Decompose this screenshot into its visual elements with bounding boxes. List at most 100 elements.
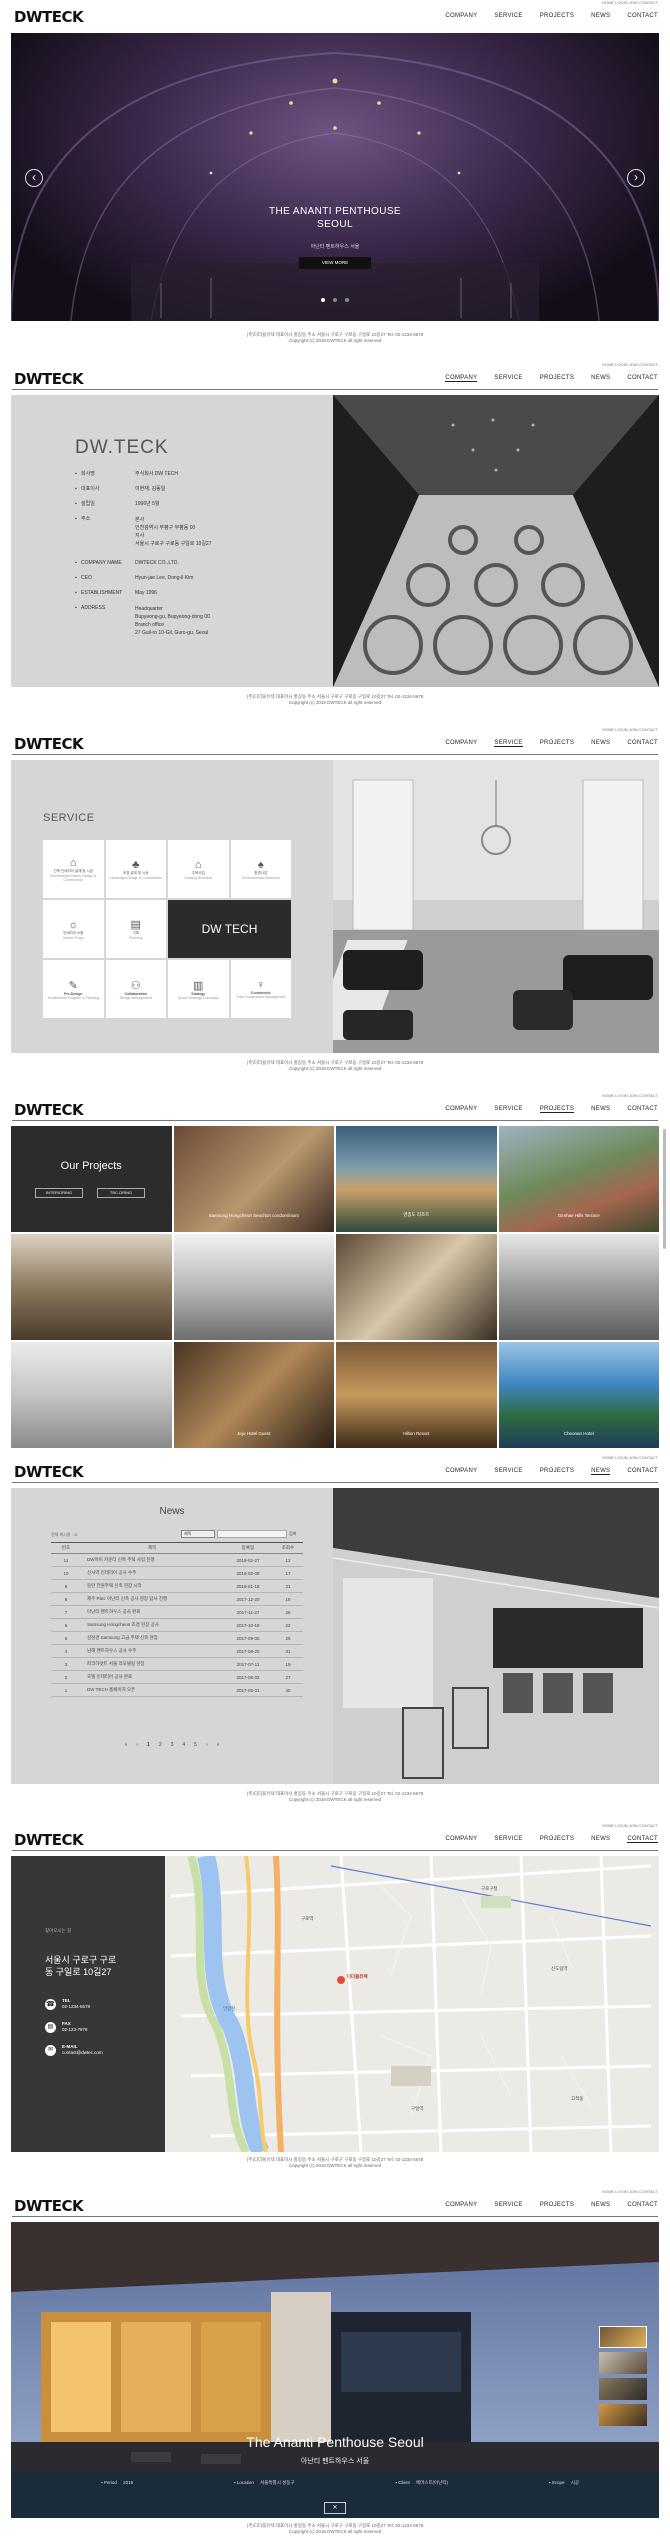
news-row[interactable]: 4 남해 펜트하우스 공사 수주 2017-08-20 31	[51, 1645, 303, 1658]
nav-news[interactable]: NEWS	[591, 1468, 611, 1475]
nav-contact[interactable]: CONTACT	[627, 1836, 658, 1843]
hero-next-button[interactable]: ›	[627, 169, 645, 187]
news-title[interactable]: 남해 펜트하우스 공사 수주	[81, 1648, 223, 1654]
nav-news[interactable]: NEWS	[591, 375, 610, 382]
nav-company[interactable]: COMPANY	[445, 740, 477, 747]
news-search-select[interactable]: 제목	[181, 1530, 215, 1538]
nav-news[interactable]: NEWS	[591, 740, 610, 747]
service-card[interactable]: ♠ 환경사업 Environmental Business	[230, 840, 291, 898]
logo[interactable]: DWTECK	[14, 1463, 84, 1481]
news-title[interactable]: 동탄 전원주택 신축 현장 시작	[81, 1583, 223, 1589]
projects-scrollbar[interactable]	[663, 1129, 666, 1249]
service-card[interactable]: ✎ Pre-Design Architectural Program & Plann…	[43, 960, 104, 1018]
nav-contact[interactable]: CONTACT	[627, 13, 658, 20]
project-tile[interactable]	[11, 1234, 172, 1340]
nav-projects[interactable]: PROJECTS	[540, 1836, 574, 1843]
hero-dot[interactable]	[345, 298, 350, 302]
nav-news[interactable]: NEWS	[591, 2202, 610, 2209]
project-tile[interactable]: Jeju Hotel Guest	[173, 1342, 334, 1448]
nav-projects[interactable]: PROJECTS	[540, 2202, 574, 2209]
gallery-thumb[interactable]	[599, 2378, 647, 2400]
nav-projects[interactable]: PROJECTS	[540, 1468, 574, 1475]
news-row[interactable]: 5 김천경 Samsung 고급 주택 신축 현장 2017-09-05 25	[51, 1632, 303, 1645]
service-card[interactable]: ♣ 조경 설계 및 시공 Landscape Design & Constructi…	[105, 840, 166, 898]
nav-company[interactable]: COMPANY	[445, 375, 478, 382]
service-card[interactable]: ▤ 기획 Planning	[105, 900, 166, 958]
news-row[interactable]: 10 신사역 인테리어 공사 수주 2018-02-08 17	[51, 1567, 303, 1580]
filter-tbc-button[interactable]: TBC-DRING	[97, 1188, 145, 1198]
logo[interactable]: DWTECK	[14, 1101, 84, 1119]
gallery-thumb[interactable]	[599, 2404, 647, 2426]
news-title[interactable]: Samsung Hongcheon 조경 현장 공사	[81, 1622, 223, 1628]
page-number[interactable]: 1	[147, 1742, 150, 1748]
project-tile[interactable]	[11, 1342, 172, 1448]
logo[interactable]: DWTECK	[14, 370, 84, 388]
hero-view-more-button[interactable]: VIEW MORE	[299, 257, 371, 269]
news-title[interactable]: 파크하얏트 서울 리모델링 현장	[81, 1661, 223, 1667]
nav-service[interactable]: SERVICE	[494, 1468, 522, 1475]
service-card[interactable]: ▥ Strategy Space Strategy & Analysis	[168, 960, 229, 1018]
news-title[interactable]: 아난티 펜트하우스 공사 완료	[81, 1609, 223, 1615]
util-links[interactable]: HOME LOGIN JOIN CONTACT	[602, 1455, 658, 1460]
service-card[interactable]: ⌂ 건축 인테리어 설계 및 시공 Architectural Interior D…	[43, 840, 104, 898]
logo[interactable]: DWTECK	[14, 2197, 84, 2215]
service-card[interactable]: ⌂ 주택사업 Housing Business	[168, 840, 229, 898]
page-prev[interactable]: ‹	[136, 1742, 138, 1748]
map[interactable]: 디더블유텍 구로구청 구로역 신도림역 안양천 구일역 고척동 찾아오시는 길 …	[11, 1856, 659, 2152]
news-title[interactable]: 호텔 인테리어 공사 완료	[81, 1674, 223, 1680]
page-number[interactable]: 3	[171, 1742, 174, 1748]
hero-prev-button[interactable]: ‹	[25, 169, 43, 187]
nav-contact[interactable]: CONTACT	[627, 1106, 658, 1113]
nav-projects[interactable]: PROJECTS	[539, 1106, 575, 1113]
nav-company[interactable]: COMPANY	[445, 2202, 477, 2209]
news-row[interactable]: 2 호텔 인테리어 공사 완료 2017-06-02 27	[51, 1671, 303, 1684]
logo[interactable]: DWTECK	[14, 8, 84, 26]
page-next[interactable]: ›	[206, 1742, 208, 1748]
page-number[interactable]: 2	[159, 1742, 162, 1748]
nav-projects[interactable]: PROJECTS	[540, 740, 574, 747]
util-links[interactable]: HOME LOGIN JOIN CONTACT	[602, 2189, 658, 2194]
nav-service[interactable]: SERVICE	[494, 13, 522, 20]
news-search-input[interactable]	[217, 1530, 287, 1538]
nav-contact[interactable]: CONTACT	[627, 1468, 658, 1475]
nav-company[interactable]: COMPANY	[445, 1468, 477, 1475]
nav-news[interactable]: NEWS	[591, 1836, 610, 1843]
page-number[interactable]: 5	[194, 1742, 197, 1748]
news-row[interactable]: 8 제주 Parc 아난티 신축 공사 현장 답사 진행 2017-12-20 18	[51, 1593, 303, 1606]
util-links[interactable]: HOME LOGIN JOIN CONTACT	[602, 1823, 658, 1828]
nav-service[interactable]: SERVICE	[494, 375, 522, 382]
news-row[interactable]: 11 DW아이 카운티 신축 주택 사업 진행 2018-02-27 12	[51, 1554, 303, 1567]
nav-news[interactable]: NEWS	[591, 13, 610, 20]
tel-value[interactable]: 02-1234-5678	[62, 2004, 90, 2009]
project-tile[interactable]	[498, 1234, 659, 1340]
news-row[interactable]: 7 아난티 펜트하우스 공사 완료 2017-11-27 26	[51, 1606, 303, 1619]
news-row[interactable]: 9 동탄 전원주택 신축 현장 시작 2018-01-18 21	[51, 1580, 303, 1593]
nav-company[interactable]: COMPANY	[445, 1106, 477, 1113]
util-links[interactable]: HOME LOGIN JOIN CONTACT	[602, 362, 658, 367]
nav-service[interactable]: SERVICE	[494, 1106, 522, 1113]
gallery-thumb[interactable]	[599, 2352, 647, 2374]
util-links[interactable]: HOME LOGIN JOIN CONTACT	[602, 1093, 658, 1098]
news-title[interactable]: DW TECH 홈페이지 오픈	[81, 1687, 223, 1693]
project-tile[interactable]: Gimhae Hills Terrace	[498, 1126, 659, 1232]
nav-news[interactable]: NEWS	[591, 1106, 610, 1113]
project-tile[interactable]: Cheonan Hotel	[498, 1342, 659, 1448]
nav-company[interactable]: COMPANY	[445, 1836, 477, 1843]
util-links[interactable]: HOME LOGIN JOIN CONTACT	[602, 0, 658, 5]
service-card[interactable]: ♀ Constructio Total Construction Managemen…	[230, 960, 291, 1018]
project-tile[interactable]: 영종도 리조트	[336, 1126, 497, 1232]
news-row[interactable]: 3 파크하얏트 서울 리모델링 현장 2017-07-11 19	[51, 1658, 303, 1671]
page-number[interactable]: 4	[182, 1742, 185, 1748]
project-tile[interactable]: Samsung Hongcheon Seochon condominium	[173, 1126, 334, 1232]
news-title[interactable]: 신사역 인테리어 공사 수주	[81, 1570, 223, 1576]
news-row[interactable]: 1 DW TECH 홈페이지 오픈 2017-05-01 40	[51, 1684, 303, 1697]
project-tile[interactable]: Hilton Resort	[336, 1342, 497, 1448]
news-title[interactable]: 김천경 Samsung 고급 주택 신축 현장	[81, 1635, 223, 1641]
hero-dot[interactable]	[333, 298, 337, 302]
gallery-close-button[interactable]: ✕	[324, 2502, 346, 2514]
news-title[interactable]: DW아이 카운티 신축 주택 사업 진행	[81, 1557, 223, 1563]
nav-contact[interactable]: CONTACT	[627, 2202, 658, 2209]
hero-dot[interactable]	[320, 298, 325, 302]
nav-service[interactable]: SERVICE	[494, 740, 523, 747]
email-value[interactable]: contact@dwtec.com	[62, 2050, 103, 2055]
